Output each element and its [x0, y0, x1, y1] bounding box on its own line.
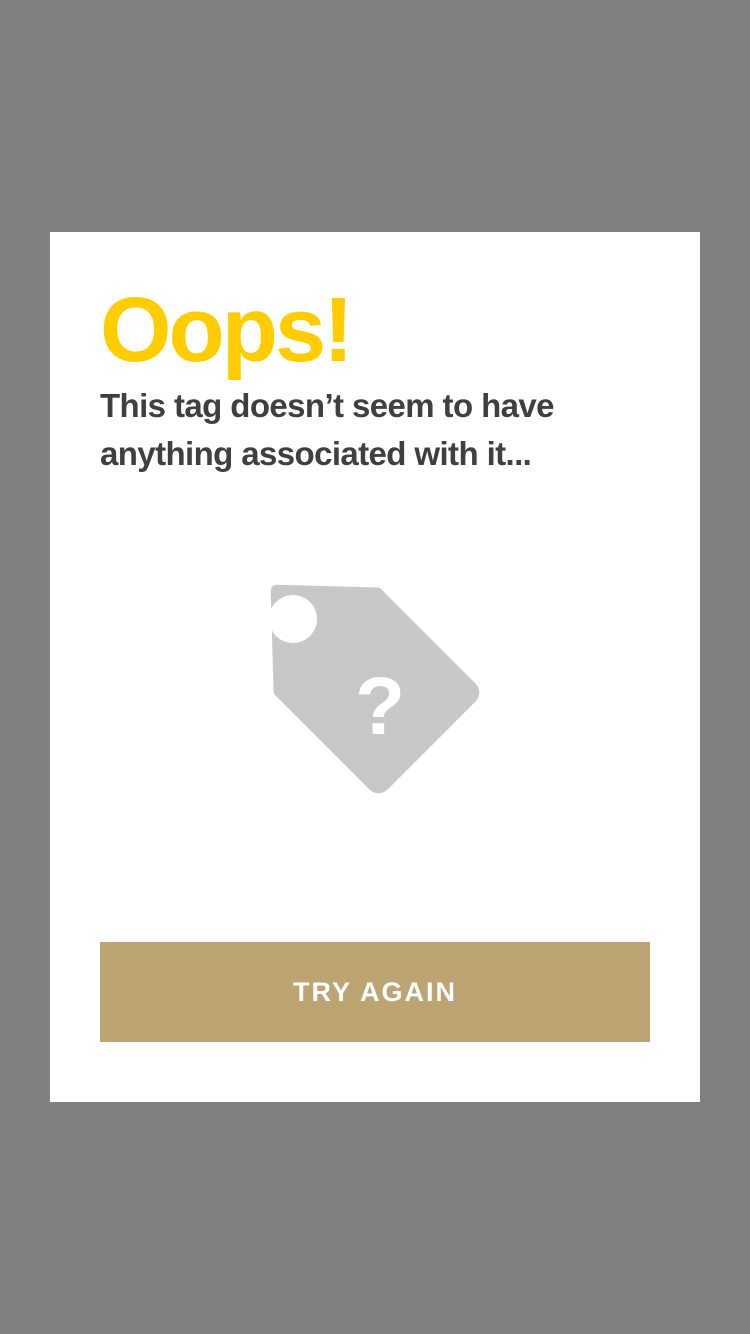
- question-mark-glyph: ?: [355, 661, 405, 752]
- question-tag-icon: ?: [230, 544, 520, 834]
- error-dialog: Oops! This tag doesn’t seem to have anyt…: [50, 232, 700, 1102]
- try-again-button[interactable]: TRY AGAIN: [100, 942, 650, 1042]
- dialog-message: This tag doesn’t seem to have anything a…: [100, 387, 554, 472]
- dialog-title: Oops!: [100, 279, 354, 381]
